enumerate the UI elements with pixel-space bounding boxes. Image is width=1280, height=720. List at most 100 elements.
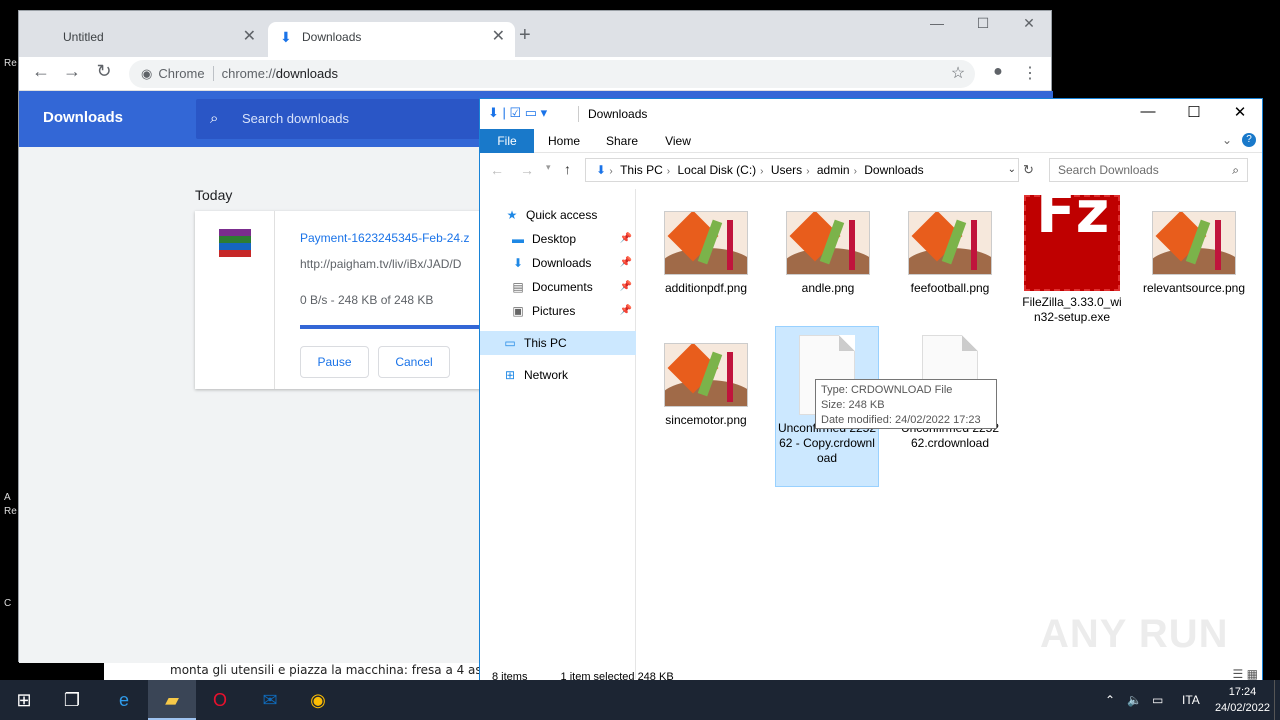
ribbon-tab-file[interactable]: File — [480, 129, 534, 153]
details-view-icon[interactable]: ☰ — [1233, 667, 1244, 681]
quick-access-toolbar-icons[interactable]: ⬇ | ☑ ▭ ▾ — [488, 105, 547, 121]
desktop-icon-label[interactable]: C — [4, 598, 18, 609]
chrome-page-icon: ◉ — [141, 66, 153, 81]
close-tab-icon[interactable]: ✕ — [492, 22, 505, 52]
tab-downloads[interactable]: ⬇ Downloads ✕ — [268, 22, 515, 57]
image-thumbnail-icon — [664, 211, 748, 275]
forward-icon[interactable]: → — [520, 162, 534, 178]
star-icon: ★ — [506, 208, 518, 222]
opera-icon[interactable]: O — [196, 680, 244, 720]
file-item[interactable]: andle.png — [776, 211, 880, 296]
tab-untitled[interactable]: Untitled ✕ — [19, 22, 266, 57]
file-item[interactable]: sincemotor.png — [654, 343, 758, 428]
back-icon[interactable]: ← — [29, 61, 53, 82]
view-toggle[interactable]: ☰ ▦ — [1233, 667, 1258, 681]
clock[interactable]: 17:24 24/02/2022 — [1215, 684, 1270, 716]
breadcrumb-item[interactable]: Users — [771, 163, 802, 177]
maximize-icon[interactable]: ☐ — [1171, 103, 1217, 121]
expand-ribbon-icon[interactable]: ⌄ — [1222, 133, 1232, 147]
maximize-icon[interactable]: ☐ — [960, 15, 1006, 32]
explorer-title-bar: ⬇ | ☑ ▭ ▾ Downloads — ☐ ✕ — [480, 99, 1262, 129]
desktop-icon-label[interactable]: A — [4, 492, 18, 503]
file-name: andle.png — [801, 281, 855, 295]
profile-icon[interactable]: ● — [986, 63, 1010, 81]
refresh-icon[interactable]: ↻ — [1023, 162, 1034, 178]
start-icon[interactable]: ⊞ — [0, 680, 48, 720]
chrome-toolbar: ← → ↻ ◉ Chrome chrome://downloads ☆ ● ⋮ — [19, 57, 1051, 91]
tab-bar: Untitled ✕ ⬇ Downloads ✕ + — ☐ ✕ — [19, 11, 1051, 57]
network-tray-icon[interactable]: ▭ — [1152, 680, 1163, 720]
new-tab-icon[interactable]: + — [519, 24, 531, 47]
show-desktop-button[interactable] — [1274, 680, 1280, 720]
file-icon-column — [195, 211, 275, 389]
desktop-icon-label[interactable]: Re — [4, 506, 18, 517]
nav-this-pc[interactable]: ▭ This PC — [480, 331, 636, 355]
anyrun-watermark: ANY RUN — [1040, 612, 1229, 656]
ribbon-tab-home[interactable]: Home — [542, 129, 586, 153]
up-folder-icon[interactable]: ↑ — [564, 161, 571, 177]
nav-desktop[interactable]: ▬ Desktop 📌 — [480, 227, 636, 251]
nav-network[interactable]: ⊞ Network — [480, 363, 636, 387]
reload-icon[interactable]: ↻ — [92, 61, 116, 82]
download-source-url[interactable]: http://paigham.tv/liv/iBx/JAD/D — [300, 257, 461, 271]
breadcrumb-item[interactable]: Local Disk (C:) — [677, 163, 756, 177]
download-progress-bar — [300, 325, 485, 329]
cancel-button[interactable]: Cancel — [378, 346, 450, 378]
nav-pictures[interactable]: ▣ Pictures 📌 — [480, 299, 636, 323]
close-window-icon[interactable]: ✕ — [1006, 15, 1052, 32]
task-view-icon[interactable]: ❐ — [48, 680, 96, 720]
search-downloads-input[interactable]: ⌕ Search downloads — [196, 99, 496, 139]
large-icons-view-icon[interactable]: ▦ — [1247, 667, 1258, 681]
search-icon: ⌕ — [1232, 163, 1239, 177]
tab-label: Downloads — [302, 30, 362, 44]
chrome-icon[interactable]: ◉ — [294, 680, 342, 720]
image-thumbnail-icon — [1152, 211, 1236, 275]
ribbon-tab-share[interactable]: Share — [600, 129, 644, 153]
address-dropdown-icon[interactable]: ⌄ — [1008, 159, 1016, 181]
recent-locations-icon[interactable]: ▾ — [546, 162, 551, 173]
forward-icon[interactable]: → — [60, 61, 84, 82]
edge-icon[interactable]: e — [100, 680, 148, 720]
download-filename-link[interactable]: Payment-1623245345-Feb-24.z — [300, 231, 469, 245]
omnibox-site-label: Chrome — [158, 66, 214, 81]
breadcrumb-item[interactable]: Downloads — [864, 163, 923, 177]
pause-button[interactable]: Pause — [300, 346, 369, 378]
address-bar[interactable]: ⬇ › This PC › Local Disk (C:) › Users › adm… — [585, 158, 1019, 182]
file-item[interactable]: feefootball.png — [898, 211, 1002, 296]
nav-quick-access[interactable]: ★ Quick access — [480, 203, 636, 227]
help-icon[interactable]: ? — [1242, 133, 1256, 147]
back-icon[interactable]: ← — [490, 162, 504, 178]
file-item[interactable]: Fz FileZilla_3.33.0_win32-setup.exe — [1020, 183, 1124, 325]
page-title: Downloads — [43, 109, 124, 126]
nav-documents[interactable]: ▤ Documents 📌 — [480, 275, 636, 299]
desktop-icon-strip: Re A Re C — [0, 0, 18, 680]
tooltip-modified: Date modified: 24/02/2022 17:23 — [821, 414, 981, 426]
image-thumbnail-icon — [908, 211, 992, 275]
minimize-icon[interactable]: — — [1125, 103, 1171, 120]
file-item[interactable]: relevantsource.png — [1142, 211, 1246, 296]
pin-icon: 📌 — [619, 281, 632, 292]
close-tab-icon[interactable]: ✕ — [243, 22, 256, 52]
show-hidden-icons-icon[interactable]: ⌃ — [1105, 680, 1115, 720]
desktop-icon-label[interactable]: Re — [4, 58, 18, 69]
close-window-icon[interactable]: ✕ — [1217, 103, 1263, 121]
omnibox[interactable]: ◉ Chrome chrome://downloads — [129, 60, 975, 88]
breadcrumb-item[interactable]: This PC — [620, 163, 663, 177]
filezilla-icon: Fz — [1024, 183, 1120, 291]
ribbon-tab-view[interactable]: View — [656, 129, 700, 153]
volume-icon[interactable]: 🔈 — [1127, 680, 1142, 720]
minimize-icon[interactable]: — — [914, 15, 960, 31]
file-item[interactable]: additionpdf.png — [654, 211, 758, 296]
input-language[interactable]: ITA — [1182, 680, 1200, 720]
image-thumbnail-icon — [786, 211, 870, 275]
window-title: Downloads — [588, 107, 648, 121]
chevron-right-icon: › — [609, 166, 613, 177]
breadcrumb-item[interactable]: admin — [817, 163, 850, 177]
menu-icon[interactable]: ⋮ — [1018, 63, 1042, 83]
nav-downloads[interactable]: ⬇ Downloads 📌 — [480, 251, 636, 275]
download-status: 0 B/s - 248 KB of 248 KB — [300, 293, 434, 307]
file-explorer-icon[interactable]: ▰ — [148, 680, 196, 720]
date-section-heading: Today — [195, 187, 233, 203]
bookmark-star-icon[interactable]: ☆ — [946, 63, 970, 83]
outlook-icon[interactable]: ✉ — [246, 680, 294, 720]
